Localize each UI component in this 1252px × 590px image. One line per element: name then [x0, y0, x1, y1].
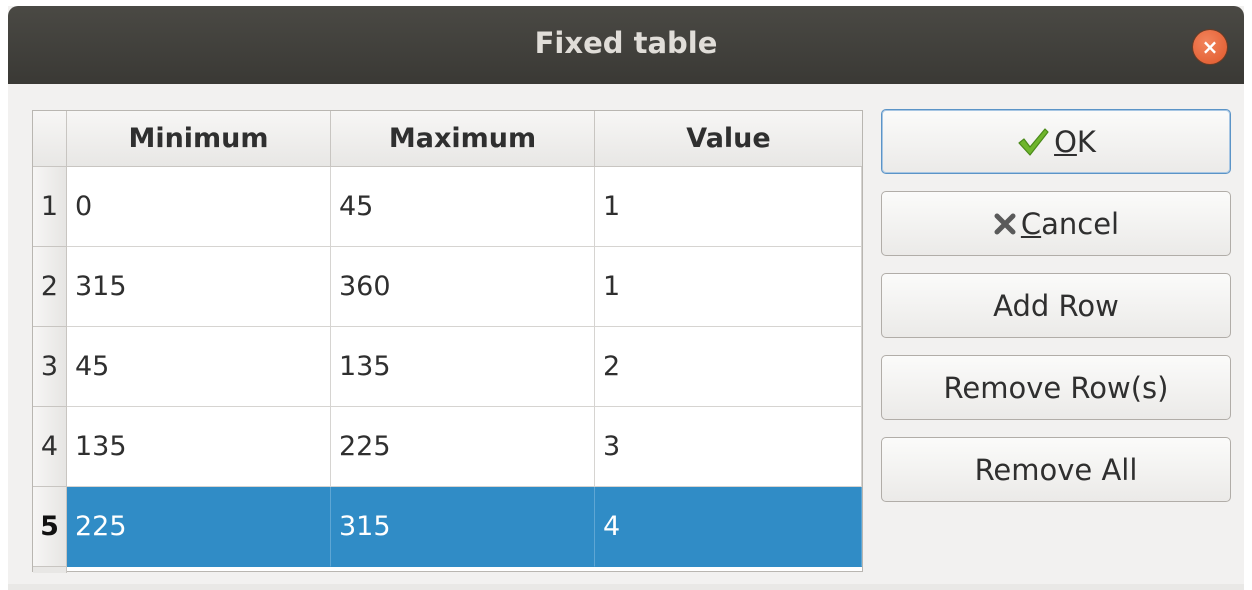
- cancel-label: Cancel: [1020, 206, 1120, 241]
- close-button[interactable]: ×: [1193, 30, 1227, 64]
- checkmark-icon: [1016, 126, 1050, 158]
- window-bottom-edge: [8, 584, 1244, 590]
- column-header-maximum[interactable]: Maximum: [331, 111, 595, 167]
- table-cell[interactable]: 1: [595, 247, 862, 327]
- row-header-1[interactable]: 1: [33, 167, 67, 247]
- table-cell[interactable]: 3: [595, 407, 862, 487]
- row-header-3[interactable]: 3: [33, 327, 67, 407]
- row-header-stub: [33, 567, 67, 573]
- row-header-5[interactable]: 5: [33, 487, 67, 567]
- table-cell-selected[interactable]: 315: [331, 487, 595, 567]
- cancel-button[interactable]: Cancel: [881, 191, 1231, 256]
- table-cell[interactable]: 135: [331, 327, 595, 407]
- ok-label: OK: [1054, 124, 1096, 159]
- table-cell-selected[interactable]: 225: [67, 487, 331, 567]
- ok-button[interactable]: OK: [881, 109, 1231, 174]
- table-cell[interactable]: 315: [67, 247, 331, 327]
- window-title: Fixed table: [534, 26, 718, 60]
- column-header-value[interactable]: Value: [595, 111, 862, 167]
- remove-all-button[interactable]: Remove All: [881, 437, 1231, 502]
- table-cell[interactable]: 135: [67, 407, 331, 487]
- row-header-4[interactable]: 4: [33, 407, 67, 487]
- title-bar[interactable]: Fixed table ×: [8, 6, 1244, 84]
- table-cell[interactable]: 2: [595, 327, 862, 407]
- x-icon: [993, 212, 1017, 236]
- table-cell[interactable]: 45: [331, 167, 595, 247]
- table-cell[interactable]: 0: [67, 167, 331, 247]
- table-cell[interactable]: 45: [67, 327, 331, 407]
- table-cell[interactable]: 225: [331, 407, 595, 487]
- table-cell[interactable]: 360: [331, 247, 595, 327]
- fixed-table[interactable]: Minimum Maximum Value 1 0 45 1 2 315 360…: [32, 110, 863, 573]
- close-icon: ×: [1201, 35, 1219, 59]
- table-cell[interactable]: 1: [595, 167, 862, 247]
- dialog-window: Fixed table × Minimum Maximum Value 1 0 …: [8, 6, 1244, 590]
- add-row-button[interactable]: Add Row: [881, 273, 1231, 338]
- remove-rows-button[interactable]: Remove Row(s): [881, 355, 1231, 420]
- table-cell-selected[interactable]: 4: [595, 487, 862, 567]
- row-header-2[interactable]: 2: [33, 247, 67, 327]
- column-header-minimum[interactable]: Minimum: [67, 111, 331, 167]
- table-corner-button[interactable]: [33, 111, 67, 167]
